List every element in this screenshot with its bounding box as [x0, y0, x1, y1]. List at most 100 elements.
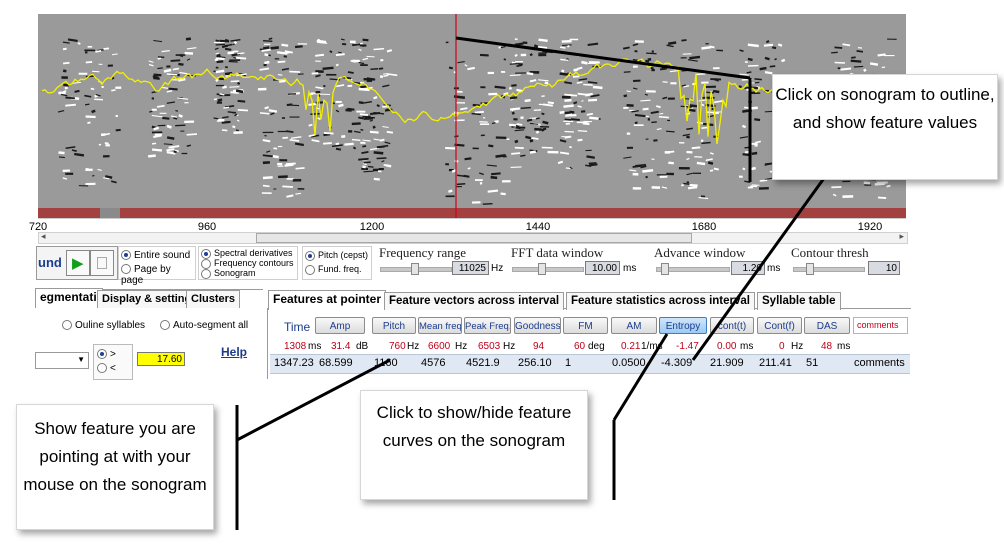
contour-thresh-slider[interactable]	[793, 263, 865, 275]
pitch-button[interactable]: Pitch	[372, 317, 416, 334]
fft-window-value[interactable]: 10.00	[585, 261, 620, 275]
readout-value: 6503	[478, 341, 501, 352]
outline-syllables-radio[interactable]: Ouline syllables	[62, 320, 145, 331]
tab-segmentation[interactable]: egmentation	[35, 288, 111, 308]
readout-unit: Hz	[791, 341, 804, 352]
peak-freq-button[interactable]: Peak Freq.	[464, 317, 511, 334]
fft-window-label: FFT data window	[511, 245, 604, 260]
fund-freq-radio[interactable]: Fund. freq.	[305, 264, 362, 275]
stop-button[interactable]	[90, 250, 114, 276]
fm-button[interactable]: FM	[563, 317, 608, 334]
slider-knob[interactable]	[538, 263, 546, 275]
direction-greater-label: >	[110, 349, 116, 360]
value-entropy: -4.309	[661, 357, 693, 369]
sound-button[interactable]: und ▶	[36, 246, 118, 280]
callout-pointer: Show feature you are pointing at with yo…	[16, 404, 214, 530]
chevron-down-icon: ▼	[77, 355, 85, 364]
frequency-range-slider[interactable]	[380, 263, 452, 275]
threshold-select[interactable]: ▼	[35, 352, 89, 369]
readout-value: 0.00	[717, 341, 737, 352]
comments-field[interactable]: comments	[853, 317, 908, 334]
help-link[interactable]: Help	[221, 345, 247, 359]
advance-window-label: Advance window	[654, 245, 746, 260]
entire-sound-label: Entire sound	[134, 250, 191, 261]
direction-less-label: <	[110, 363, 116, 374]
frequency-range-value[interactable]: 11025	[452, 261, 489, 275]
pitch-cepst-radio[interactable]: Pitch (cepst)	[305, 250, 368, 261]
time-label: Time	[284, 320, 311, 334]
play-icon: ▶	[72, 255, 84, 272]
readout-value: -1.47	[676, 341, 699, 352]
entropy-button[interactable]: Entropy	[659, 317, 707, 334]
readout-value: 60	[574, 341, 586, 352]
advance-window-slider[interactable]	[656, 263, 730, 275]
readout-value: 0	[779, 341, 785, 352]
sound-button-label: und	[38, 255, 62, 270]
frequency-range-label: Frequency range	[379, 245, 466, 260]
scroll-thumb[interactable]	[256, 233, 692, 243]
play-button[interactable]: ▶	[66, 250, 90, 276]
slider-knob[interactable]	[661, 263, 669, 275]
readout-unit: 1/ms	[641, 341, 663, 352]
frequency-range-unit: Hz	[491, 263, 504, 274]
readout-unit: Hz	[455, 341, 468, 352]
goodness-button[interactable]: Goodness	[514, 317, 561, 334]
readout-unit: Hz	[503, 341, 516, 352]
mean-freq-button[interactable]: Mean freq.	[418, 317, 462, 334]
sonogram-band-gap	[100, 208, 120, 218]
entire-sound-radio[interactable]: Entire sound	[121, 250, 190, 261]
cont-f-button[interactable]: Cont(f)	[757, 317, 802, 334]
direction-group: > <	[93, 344, 133, 380]
page-by-page-radio[interactable]: Page by page	[121, 264, 195, 286]
das-button[interactable]: DAS	[804, 317, 850, 334]
tab-syllable-table[interactable]: Syllable table	[757, 292, 841, 310]
threshold-value[interactable]: 17.60	[137, 352, 185, 366]
cont-t-button[interactable]: cont(t)	[710, 317, 754, 334]
value-fm: 1	[565, 357, 572, 369]
tab-feature-statistics[interactable]: Feature statistics across interval	[566, 292, 755, 310]
readout-unit: Hz	[407, 341, 420, 352]
amp-button[interactable]: Amp	[315, 317, 365, 334]
slider-knob[interactable]	[806, 263, 814, 275]
advance-window-unit: ms	[767, 263, 781, 274]
fund-freq-label: Fund. freq.	[318, 264, 362, 274]
value-peak-freq: 4521.9	[466, 357, 500, 369]
tab-clusters[interactable]: Clusters	[186, 290, 241, 308]
feature-values-row[interactable]: 1347.23 68.599 1160 4576 4521.9 256.10 1…	[270, 354, 910, 374]
readout-value: 31.4	[331, 341, 351, 352]
am-button[interactable]: AM	[611, 317, 657, 334]
readout-value: 48	[821, 341, 833, 352]
horizontal-scrollbar[interactable]: ◂ ▸	[38, 231, 908, 244]
tab-feature-vectors[interactable]: Feature vectors across interval	[384, 292, 565, 310]
sonogram-label: Sonogram	[214, 268, 256, 278]
value-comments: comments	[854, 357, 905, 369]
sonogram-radio[interactable]: Sonogram	[201, 268, 256, 279]
slider-knob[interactable]	[411, 263, 419, 275]
tab-features-at-pointer[interactable]: Features at pointer	[268, 290, 387, 310]
direction-greater-radio[interactable]: >	[97, 349, 116, 360]
readout-unit: ms	[740, 341, 754, 352]
spectral-derivatives-label: Spectral derivatives	[214, 248, 293, 258]
callout-toggle: Click to show/hide feature curves on the…	[360, 390, 588, 500]
contour-thresh-label: Contour thresh	[791, 245, 869, 260]
value-mean-freq: 4576	[421, 357, 446, 369]
readout-unit: dB	[356, 341, 369, 352]
advance-window-value[interactable]: 1.20	[731, 261, 765, 275]
value-pitch: 1160	[374, 357, 398, 369]
callout-sonogram: Click on sonogram to outline, and show f…	[772, 74, 998, 180]
pitch-cepst-label: Pitch (cepst)	[318, 250, 369, 260]
scroll-right-icon[interactable]: ▸	[899, 231, 904, 242]
value-am: 0.0500	[612, 357, 646, 369]
readout-value: 94	[533, 341, 545, 352]
readout-unit: ms	[308, 341, 322, 352]
value-amp: 68.599	[319, 357, 353, 369]
frequency-contours-label: Frequency contours	[214, 258, 294, 268]
auto-segment-radio[interactable]: Auto-segment all	[160, 320, 248, 331]
value-cont-t: 21.909	[710, 357, 744, 369]
readout-value: 6600	[428, 341, 451, 352]
contour-thresh-value[interactable]: 10	[868, 261, 900, 275]
direction-less-radio[interactable]: <	[97, 363, 116, 374]
fft-window-slider[interactable]	[512, 263, 584, 275]
scroll-left-icon[interactable]: ◂	[41, 231, 46, 242]
readout-value: 760	[389, 341, 406, 352]
